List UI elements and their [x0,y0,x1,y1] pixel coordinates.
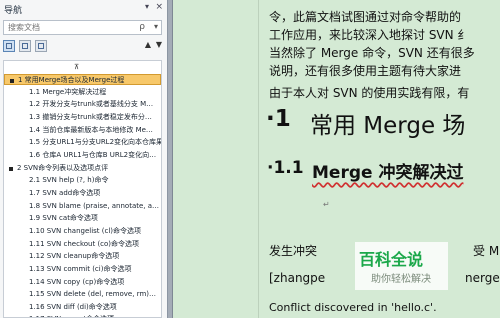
pages-view-icon [22,43,28,49]
tree-item[interactable]: 2.1 SVN help (?, h)命令 [4,175,161,186]
collapse-icon[interactable]: ⊼ [74,63,79,71]
paragraph-line: 由于本人对 SVN 的使用实践有限，有 [269,86,470,100]
tree-item-label: 1.14 SVN copy (cp)命令选项 [29,277,125,286]
paragraph-line: 发生冲突 [269,244,318,258]
watermark-subtitle: 助你轻松解决 [371,274,431,285]
tree-item-label: 1.4 当前仓库最新版本与本地修改 Me… [29,125,153,134]
heading-bullet-icon [9,166,13,171]
close-icon[interactable]: × [155,2,163,12]
heading1-text: 常用 Merge 场 [310,113,466,139]
watermark: 百科全说 助你轻松解决 [355,242,448,290]
heading-list: 1 常用Merge场合以及Merge过程 1.1 Merge冲突解决过程 1.2 开… [4,74,161,317]
tab-results[interactable] [35,40,47,52]
tree-item-label: 1.3 撤销分支与trunk或者稳定发布分… [29,112,152,121]
navigation-pane: 导航 ▾ × ρ ▾ ▲ ▼ ⊼ 1 常用Merge场合以及Merge过程 1.1… [0,0,168,318]
tree-item-label: 1.13 SVN commit (ci)命令选项 [29,264,132,273]
paragraph-line: Conflict discovered in 'hello.c'. [269,301,437,314]
heading1-number: ·1 [266,106,291,132]
tree-item[interactable]: 1.14 SVN copy (cp)命令选项 [4,277,161,288]
tree-item[interactable]: 1.13 SVN commit (ci)命令选项 [4,264,161,275]
paragraph-line: 令，此篇文档试图通过对命令帮助的 [269,10,462,24]
next-heading-icon[interactable]: ▼ [156,40,162,49]
paragraph-line: [zhangpe [269,271,326,285]
tree-item-label: 1.7 SVN add命令选项 [29,188,101,197]
tree-item-label: 1.11 SVN checkout (co)命令选项 [29,239,140,248]
heading2-number: ·1.1 [267,158,304,178]
tree-item[interactable]: 1.16 SVN diff (di)命令选项 [4,302,161,313]
tree-item[interactable]: 1.2 开发分支与trunk或者基线分支 M… [4,99,161,110]
tab-pages[interactable] [19,40,31,52]
paragraph-line-tail: nerge [465,271,500,285]
pane-options-dropdown-icon[interactable]: ▾ [145,2,149,11]
search-icon[interactable]: ρ [139,22,145,32]
tree-item[interactable]: 1.7 SVN add命令选项 [4,188,161,199]
tree-item[interactable]: 1.12 SVN cleanup命令选项 [4,251,161,262]
tree-item-label: 1.12 SVN cleanup命令选项 [29,252,120,261]
search-options-dropdown-icon[interactable]: ▾ [154,22,158,31]
tree-item[interactable]: 1.5 分支URL1与分支URL2变化向本仓库果… [4,137,161,148]
tree-item-label: 1.6 仓库A URL1与仓库B URL2变化向… [29,150,157,159]
tab-headings[interactable] [3,40,15,52]
tree-item-label: 2.1 SVN help (?, h)命令 [29,176,109,185]
heading-bullet-icon [10,79,14,83]
watermark-logo: 百科全说 [359,250,424,269]
tree-item[interactable]: 2 SVN命令列表以及选项点评 [4,163,161,174]
tree-item[interactable]: 1.11 SVN checkout (co)命令选项 [4,239,161,250]
tree-item[interactable]: 1.17 SVN export命令选项 [4,314,161,317]
document-page: 令，此篇文档试图通过对命令帮助的 工作应用，来比较深入地探讨 SVN 纟 当然除… [173,0,500,318]
tree-item[interactable]: 1.1 Merge冲突解决过程 [4,87,161,98]
tree-item[interactable]: 1 常用Merge场合以及Merge过程 [4,74,161,85]
navigation-pane-title: 导航 [4,6,23,16]
paragraph-line: 工作应用，来比较深入地探讨 SVN 纟 [269,28,470,42]
tree-item[interactable]: 1.10 SVN changelist (cl)命令选项 [4,226,161,237]
tree-item-label: 1.16 SVN diff (di)命令选项 [29,302,117,311]
paragraph-line-tail: 受 M [473,244,500,258]
tree-item[interactable]: 1.9 SVN cat命令选项 [4,213,161,224]
view-tabs [3,40,163,54]
tree-item[interactable]: 1.6 仓库A URL1与仓库B URL2变化向… [4,150,161,161]
heading2-text: Merge 冲突解决过 [312,163,464,183]
heading-tree: ⊼ 1 常用Merge场合以及Merge过程 1.1 Merge冲突解决过程 1.2… [3,60,162,318]
tree-item-label: 1.8 SVN blame (praise, annotate, a… [29,201,160,210]
margin-guide [258,0,259,318]
results-view-icon [38,43,44,49]
tree-item-label: 1.1 Merge冲突解决过程 [29,87,107,96]
tree-item-label: 2 SVN命令列表以及选项点评 [17,163,109,172]
search-box[interactable]: ρ ▾ [3,20,162,35]
paragraph-line: 当然除了 Merge 命令，SVN 还有很多 [269,46,475,60]
tree-item-label: 1.9 SVN cat命令选项 [29,214,98,223]
search-input[interactable] [4,21,126,34]
tree-item[interactable]: 1.4 当前仓库最新版本与本地修改 Me… [4,125,161,136]
previous-heading-icon[interactable]: ▲ [145,40,151,49]
tree-item-label: 1.15 SVN delete (del, remove, rm)… [29,290,156,299]
tree-item-label: 1.10 SVN changelist (cl)命令选项 [29,226,142,235]
paragraph-line: 说明，还有很多使用主题有待大家进 [269,64,462,78]
tree-item-label: 1.5 分支URL1与分支URL2变化向本仓库果… [29,138,161,147]
tree-item[interactable]: 1.15 SVN delete (del, remove, rm)… [4,289,161,300]
paragraph-mark: ↵ [323,200,330,209]
tree-item-label: 1 常用Merge场合以及Merge过程 [18,76,125,84]
headings-view-icon [6,43,12,49]
tree-item-label: 1.2 开发分支与trunk或者基线分支 M… [29,100,154,109]
tree-item[interactable]: 1.8 SVN blame (praise, annotate, a… [4,201,161,212]
tree-item[interactable]: 1.3 撤销分支与trunk或者稳定发布分… [4,112,161,123]
